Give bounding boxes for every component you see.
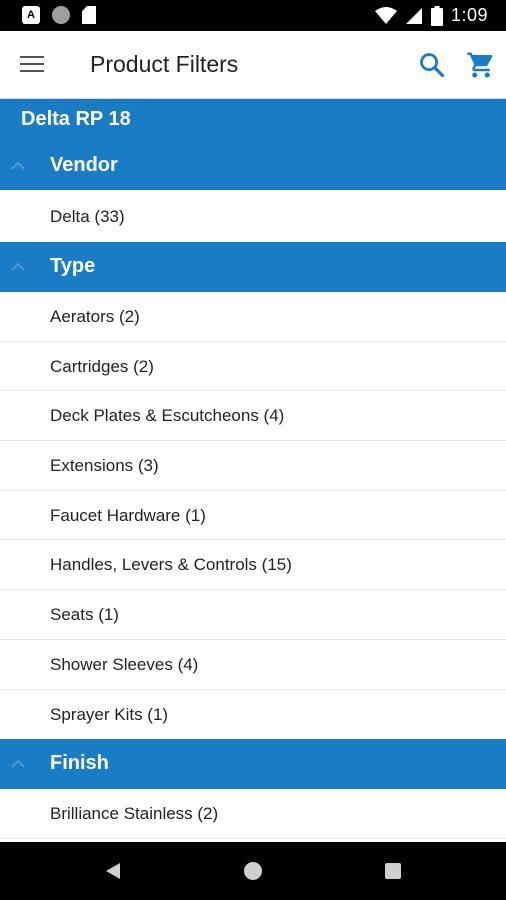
chevron-up-icon xyxy=(11,759,25,768)
status-time: 1:09 xyxy=(450,5,488,25)
status-bar: A 1:09 xyxy=(0,0,506,31)
filter-item[interactable]: Handles, Levers & Controls (15) xyxy=(0,540,506,591)
filter-item[interactable]: Sprayer Kits (1) xyxy=(0,689,506,740)
filter-list: Delta RP 18 Vendor Delta (33) Type Aerat… xyxy=(0,99,506,842)
section-header-finish[interactable]: Finish xyxy=(0,739,506,790)
status-notifications: A xyxy=(22,6,96,24)
filter-item[interactable]: Deck Plates & Escutcheons (4) xyxy=(0,391,506,442)
menu-icon xyxy=(20,56,50,72)
search-button[interactable] xyxy=(418,51,446,79)
section-label: Finish xyxy=(50,752,109,775)
section-label: Vendor xyxy=(50,154,118,176)
filter-item[interactable]: Seats (1) xyxy=(0,590,506,640)
app-bar: Product Filters xyxy=(0,31,506,99)
section-label: Type xyxy=(50,255,96,277)
product-name: Delta RP 18 xyxy=(0,99,506,141)
chevron-up-icon xyxy=(11,262,25,271)
search-icon xyxy=(420,53,445,78)
cart-button[interactable] xyxy=(466,50,496,80)
cell-signal-icon xyxy=(405,7,422,24)
section-header-type[interactable]: Type xyxy=(0,242,506,292)
menu-button[interactable] xyxy=(20,51,50,79)
filter-item[interactable]: Brilliance Stainless (2) xyxy=(0,789,506,839)
filter-item[interactable]: Delta (33) xyxy=(0,190,506,242)
section-header-vendor[interactable]: Vendor xyxy=(0,141,506,190)
circle-notification-icon xyxy=(52,6,70,24)
sd-card-icon xyxy=(82,6,96,24)
system-nav-bar xyxy=(0,842,506,900)
recent-apps-icon[interactable] xyxy=(385,863,401,879)
back-icon[interactable] xyxy=(104,862,122,880)
status-system-icons: 1:09 xyxy=(374,5,488,26)
battery-icon xyxy=(430,5,443,26)
filter-item[interactable]: Cartridges (2) xyxy=(0,341,506,392)
cart-icon xyxy=(467,52,493,78)
page-title: Product Filters xyxy=(90,51,239,77)
chevron-up-icon xyxy=(11,161,25,170)
filter-item[interactable]: Extensions (3) xyxy=(0,441,506,491)
filter-item[interactable]: Faucet Hardware (1) xyxy=(0,490,506,541)
filter-item[interactable]: Aerators (2) xyxy=(0,292,506,342)
wifi-icon xyxy=(374,6,397,24)
app-notification-icon: A xyxy=(22,6,40,24)
home-icon[interactable] xyxy=(244,862,262,880)
filter-item[interactable]: Shower Sleeves (4) xyxy=(0,639,506,690)
